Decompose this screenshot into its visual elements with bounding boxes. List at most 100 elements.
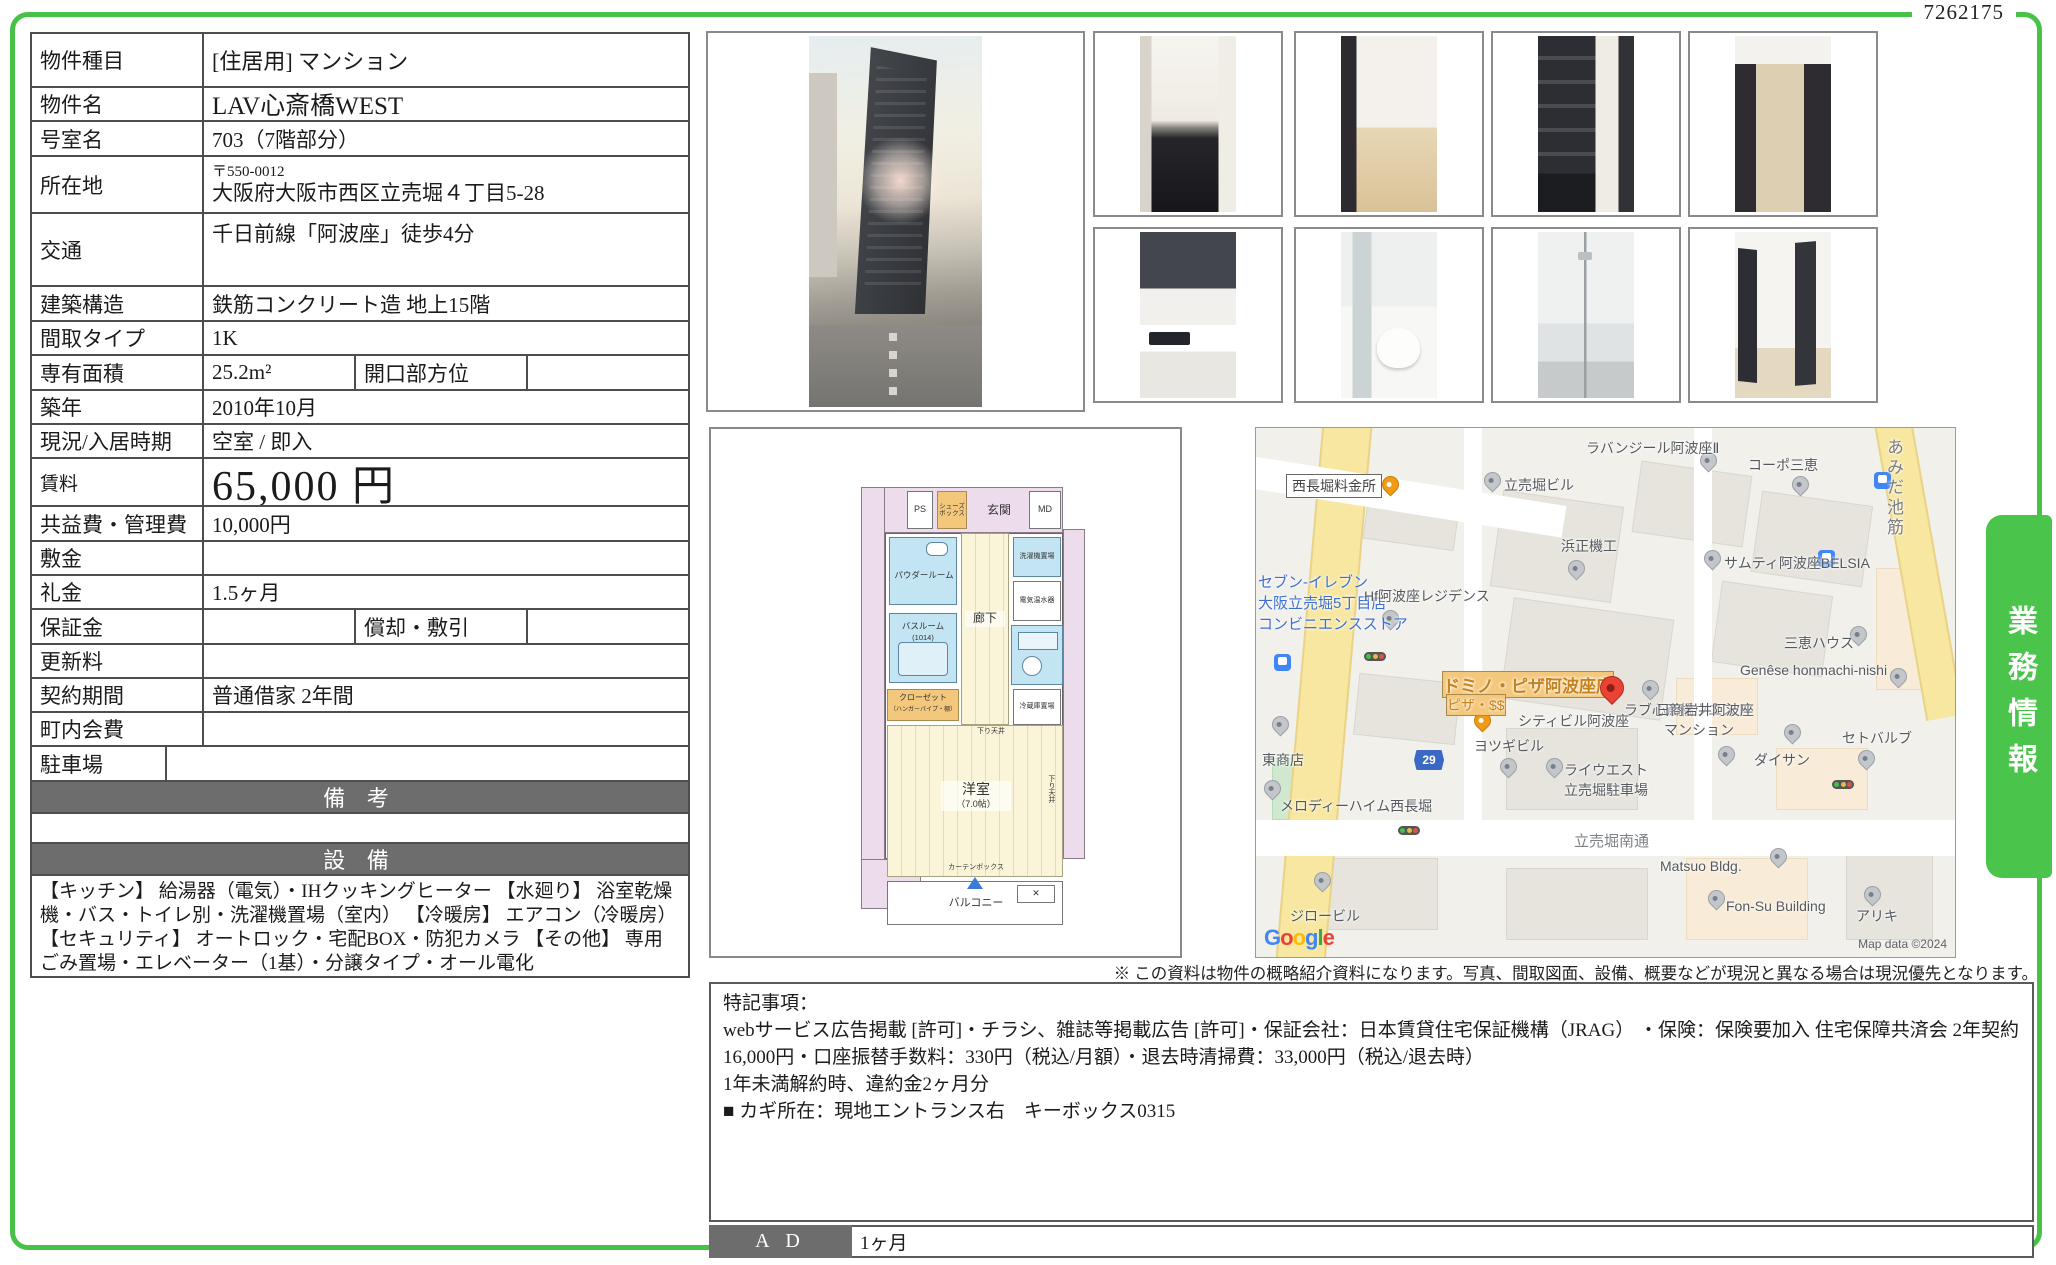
row-label: 現況/入居時期: [32, 425, 204, 457]
equipment-row: 【キッチン】 給湯器（電気）・IHクッキングヒーター 【水廻り】 浴室乾燥機・バ…: [32, 876, 688, 976]
building-photo-image: [809, 36, 982, 407]
room-photo-image: [1538, 36, 1635, 212]
row-label: 共益費・管理費: [32, 507, 204, 540]
table-row: 交通 千日前線「阿波座」徒歩4分: [32, 214, 688, 287]
map-pin: [1714, 742, 1738, 766]
traffic-light-icon: [1364, 652, 1386, 661]
map-label: コーポ三恵: [1748, 455, 1818, 475]
row-label: 建築構造: [32, 287, 204, 320]
property-sheet-page: 7262175 業務情報 物件種目 [住居用] マンション 物件名 LAV心斎橋…: [0, 0, 2056, 1265]
map-label: Matsuo Bldg.: [1660, 858, 1742, 874]
map-label: 浜正機工: [1561, 536, 1617, 556]
map-label: セトバルブ: [1842, 728, 1912, 748]
address: 大阪府大阪市西区立売堀４丁目5-28: [212, 181, 545, 205]
floorplan-hall: [961, 533, 1009, 725]
row-label: 間取タイプ: [32, 322, 204, 354]
row-value: 1K: [204, 322, 688, 354]
map-label: 立売堀駐車場: [1564, 780, 1648, 800]
row-value: [204, 645, 688, 677]
property-table: 物件種目 [住居用] マンション 物件名 LAV心斎橋WEST 号室名 703（…: [30, 32, 690, 978]
ad-label: A D: [709, 1225, 852, 1258]
row-label-2: 償却・敷引: [356, 610, 528, 643]
table-row: 共益費・管理費 10,000円: [32, 507, 688, 542]
floorplan-ceiling-label-vertical: 下り天井: [1045, 759, 1057, 819]
room-photo-image: [1341, 232, 1438, 398]
photo-vanity-toilet: [1294, 227, 1484, 403]
photo-open-closet: [1688, 227, 1878, 403]
room-photo-image: [1341, 36, 1438, 212]
table-row: 間取タイプ 1K: [32, 322, 688, 356]
postal-code: 〒550-0012: [212, 164, 285, 181]
equipment-text: 【キッチン】 給湯器（電気）・IHクッキングヒーター 【水廻り】 浴室乾燥機・バ…: [32, 876, 688, 976]
floorplan-heater: 電気温水器: [1013, 581, 1061, 621]
floorplan-hall-label: 廊下: [965, 611, 1005, 627]
floorplan-balcony-hatch: ✕: [1017, 885, 1055, 903]
table-row: 礼金 1.5ヶ月: [32, 576, 688, 610]
row-value-2: [528, 356, 684, 389]
floorplan-laundry: 洗濯機置場: [1013, 537, 1061, 577]
special-notes-line: webサービス広告掲載 [許可]・チラシ、雑誌等掲載広告 [許可]・保証会社：日…: [723, 1017, 2020, 1071]
route-shield-icon: 29: [1414, 750, 1444, 770]
table-row-rent: 賃料 65,000 円: [32, 459, 688, 507]
floorplan-shoebox: シューズボックス: [937, 491, 967, 529]
row-value: 空室 / 即入: [204, 425, 688, 457]
map-label: ラバンジール阿波座Ⅱ: [1586, 438, 1719, 458]
table-row: 建築構造 鉄筋コンクリート造 地上15階: [32, 287, 688, 322]
map-label: 三恵ハウス: [1784, 633, 1854, 653]
traffic-light-icon: [1832, 780, 1854, 789]
tab-business-info[interactable]: 業務情報: [1986, 515, 2052, 878]
row-label: 町内会費: [32, 713, 204, 745]
row-label: 賃料: [32, 459, 204, 505]
row-label: 物件名: [32, 88, 204, 120]
row-value: 鉄筋コンクリート造 地上15階: [204, 287, 688, 320]
rent-value: 65,000 円: [204, 459, 688, 505]
floorplan-room-label: 洋室: [941, 781, 1011, 799]
photo-entrance-hall: [1093, 31, 1283, 217]
map-label-poi: ピザ・$$: [1446, 694, 1506, 716]
row-label-2: 開口部方位: [356, 356, 528, 389]
table-row: 敷金: [32, 542, 688, 576]
map-label: 立売堀ビル: [1504, 475, 1574, 495]
room-photo-image: [1140, 36, 1237, 212]
row-label: 保証金: [32, 610, 204, 643]
map-road-white: [1694, 428, 1712, 828]
row-label: 所在地: [32, 157, 204, 212]
disclaimer-text: ※ この資料は物件の概略紹介資料になります。写真、間取図面、設備、概要などが現況…: [700, 960, 2038, 984]
floorplan-ceiling-label: 下り天井: [961, 727, 1021, 737]
map-label: ライウエスト: [1564, 760, 1648, 780]
map-label: サムティ阿波座BELSIA: [1724, 553, 1870, 573]
map-label-store: コンビニエンスストア: [1258, 613, 1408, 634]
special-notes-box: 特記事項： webサービス広告掲載 [許可]・チラシ、雑誌等掲載広告 [許可]・…: [709, 982, 2034, 1222]
floorplan-kitchen: [1011, 625, 1063, 685]
floorplan-closet-label: クローゼット: [887, 692, 959, 704]
table-row: 現況/入居時期 空室 / 即入: [32, 425, 688, 459]
table-row: 駐車場: [32, 747, 688, 782]
floorplan-genkan: 玄関: [973, 501, 1025, 521]
table-row: 町内会費: [32, 713, 688, 747]
document-number: 7262175: [1912, 0, 2017, 25]
table-row: 築年 2010年10月: [32, 391, 688, 425]
floorplan-closet-sub: （ハンガーパイプ・棚）: [883, 705, 963, 715]
table-row: 物件種目 [住居用] マンション: [32, 34, 688, 88]
row-value: LAV心斎橋WEST: [204, 88, 688, 120]
remarks-body-row: [32, 814, 688, 844]
table-row: 保証金 償却・敷引: [32, 610, 688, 645]
room-photo-image: [1538, 232, 1635, 398]
floor-plan: PS シューズボックス 玄関 MD パウダールーム バスルーム (1014) ク…: [709, 427, 1182, 958]
floorplan-bath-label: バスルーム: [891, 621, 955, 633]
row-value: 2010年10月: [204, 391, 688, 423]
floorplan-room-size: （7.0帖）: [941, 799, 1011, 811]
ad-row: A D 1ヶ月: [709, 1225, 2034, 1258]
room-photo-image: [1735, 36, 1832, 212]
traffic-light-icon: [1398, 826, 1420, 835]
map-label: シティビル阿波座: [1518, 711, 1629, 731]
photo-room-closet: [1294, 31, 1484, 217]
map-label: マンション: [1664, 720, 1734, 740]
floorplan-wall: [1063, 529, 1085, 859]
row-label: 号室名: [32, 122, 204, 155]
map-road-white: [1464, 428, 1482, 828]
room-photo-image: [1735, 232, 1832, 398]
map-label: ジロービル: [1290, 906, 1360, 926]
row-label: 築年: [32, 391, 204, 423]
map-label: 東商店: [1262, 750, 1304, 770]
